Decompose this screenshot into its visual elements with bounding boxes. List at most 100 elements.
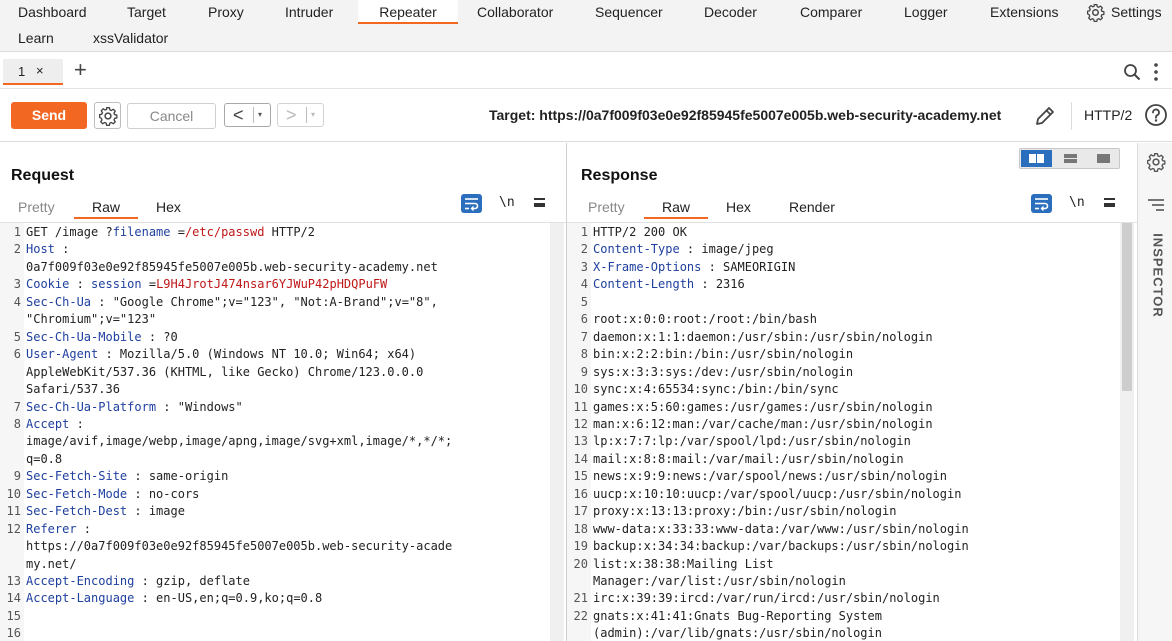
line-text: Sec-Fetch-Mode : no-cors <box>26 486 199 503</box>
more-options-icon[interactable] <box>1153 62 1159 82</box>
http-version[interactable]: HTTP/2 <box>1084 107 1132 123</box>
header-name: Sec-Ch-Ua <box>26 294 92 309</box>
line-text: 0a7f009f03e0e92f85945fe5007e005b.web-sec… <box>26 259 438 276</box>
line-text: HTTP/2 200 OK <box>593 224 687 241</box>
filter-lines-icon[interactable] <box>1148 198 1164 212</box>
request-editor[interactable]: 1 GET /image ?filename =/etc/passwd HTTP/… <box>0 222 566 641</box>
layout-toggle <box>1019 148 1120 169</box>
header-value: news:x:9:9:news:/var/spool/news:/usr/sbi… <box>593 469 948 484</box>
line-number: 1 <box>13 225 21 239</box>
tab-hex[interactable]: Hex <box>156 195 181 219</box>
search-icon[interactable] <box>1123 63 1141 81</box>
wrap-lines-icon[interactable] <box>1031 194 1052 213</box>
nav-extensions[interactable]: Extensions <box>990 0 1058 24</box>
button-separator <box>306 107 307 123</box>
layout-side-by-side-button[interactable] <box>1021 150 1052 167</box>
line-number: 11 <box>573 399 588 414</box>
header-value: irc:x:39:39:ircd:/var/run/ircd:/usr/sbin… <box>593 591 940 606</box>
line-number: 18 <box>573 521 588 536</box>
nav-target[interactable]: Target <box>127 0 166 24</box>
line-text: https://0a7f009f03e0e92f85945fe5007e005b… <box>26 538 452 555</box>
inspector-sidebar: INSPECTOR <box>1137 143 1172 641</box>
close-icon[interactable]: × <box>36 63 44 78</box>
response-editor[interactable]: 1 HTTP/2 200 OK 2 Content-Type : image/jpeg… <box>567 222 1137 641</box>
nav-comparer[interactable]: Comparer <box>800 0 862 24</box>
header-value: : ?0 <box>141 329 178 344</box>
nav-xssvalidator[interactable]: xssValidator <box>93 26 168 50</box>
nav-sequencer[interactable]: Sequencer <box>595 0 663 24</box>
nav-dashboard[interactable]: Dashboard <box>18 0 87 24</box>
menu-icon[interactable] <box>1104 198 1115 207</box>
header-value: = <box>141 277 157 292</box>
header-value: : no-cors <box>127 486 200 501</box>
header-value: uucp:x:10:10:uucp:/var/spool/uucp:/usr/s… <box>593 486 962 501</box>
line-number: 21 <box>573 591 588 606</box>
request-scrollbar[interactable] <box>550 223 564 641</box>
nav-collaborator[interactable]: Collaborator <box>477 0 553 24</box>
gear-icon[interactable] <box>1146 152 1166 172</box>
newline-toggle[interactable]: \n <box>499 195 515 210</box>
line-number: 22 <box>573 608 588 623</box>
header-value: bin:x:2:2:bin:/bin:/usr/sbin/nologin <box>593 347 854 362</box>
newline-toggle[interactable]: \n <box>1069 195 1085 210</box>
chevron-down-icon[interactable]: ▾ <box>311 110 315 119</box>
wrap-lines-icon[interactable] <box>461 194 482 213</box>
add-tab-button[interactable]: + <box>74 57 87 83</box>
header-name: session <box>91 277 142 292</box>
header-value: : SAMEORIGIN <box>701 259 796 274</box>
tab-raw[interactable]: Raw <box>74 195 138 219</box>
line-text: lp:x:7:7:lp:/var/spool/lpd:/usr/sbin/nol… <box>593 433 911 450</box>
header-name: Sec-Fetch-Mode <box>26 486 128 501</box>
nav-row-2: Learn xssValidator <box>0 26 1172 50</box>
line-text: Sec-Ch-Ua : "Google Chrome";v="123", "No… <box>26 294 438 311</box>
header-value: AppleWebKit/537.36 (KHTML, like Gecko) C… <box>26 364 424 379</box>
cancel-button[interactable]: Cancel <box>127 103 216 129</box>
scrollbar-thumb[interactable] <box>1122 223 1132 391</box>
history-forward-button[interactable]: > ▾ <box>277 103 324 127</box>
line-number: 9 <box>580 364 588 379</box>
line-text: Sec-Ch-Ua-Platform : "Windows" <box>26 399 243 416</box>
nav-logger[interactable]: Logger <box>904 0 948 24</box>
nav-proxy[interactable]: Proxy <box>208 0 244 24</box>
send-button[interactable]: Send <box>11 102 87 129</box>
response-scrollbar[interactable] <box>1120 223 1134 641</box>
line-number: 13 <box>6 574 21 588</box>
chevron-down-icon[interactable]: ▾ <box>258 110 262 119</box>
layout-stacked-button[interactable] <box>1055 150 1086 167</box>
send-options-button[interactable] <box>94 102 121 129</box>
layout-tabs-button[interactable] <box>1088 150 1119 167</box>
header-value: : <box>54 242 70 257</box>
header-name: Accept <box>26 416 70 431</box>
header-value: : Mozilla/5.0 (Windows NT 10.0; Win64; x… <box>98 347 417 362</box>
line-number: 4 <box>13 294 21 309</box>
tab-pretty[interactable]: Pretty <box>18 195 55 219</box>
history-back-button[interactable]: < ▾ <box>224 103 271 127</box>
header-value: : <box>69 277 92 292</box>
toolbar-divider <box>1071 102 1072 130</box>
header-value: : image/jpeg <box>679 242 774 257</box>
tab-render[interactable]: Render <box>789 195 835 219</box>
line-text: Cookie : session =L9H4JrotJ474nsar6YJWuP… <box>26 276 387 293</box>
repeater-tab-1[interactable]: 1 × <box>3 59 63 85</box>
nav-intruder[interactable]: Intruder <box>285 0 333 24</box>
header-name: Accept-Encoding <box>26 574 135 588</box>
header-value: = <box>170 225 185 239</box>
tab-raw[interactable]: Raw <box>644 195 708 219</box>
header-name: Content-Type <box>593 242 680 257</box>
line-number: 5 <box>13 329 21 344</box>
menu-icon[interactable] <box>534 198 545 207</box>
line-number: 14 <box>573 451 588 466</box>
nav-repeater[interactable]: Repeater <box>358 0 458 24</box>
nav-decoder[interactable]: Decoder <box>704 0 757 24</box>
nav-learn[interactable]: Learn <box>18 26 54 50</box>
pencil-icon[interactable] <box>1033 104 1057 128</box>
line-number: 3 <box>13 277 21 292</box>
help-icon[interactable] <box>1144 103 1168 127</box>
line-text: list:x:38:38:Mailing List <box>593 556 774 573</box>
tab-pretty[interactable]: Pretty <box>588 195 625 219</box>
header-value: : "Windows" <box>156 399 243 414</box>
header-value: "Chromium";v="123" <box>26 312 157 327</box>
inspector-toggle[interactable]: INSPECTOR <box>1148 232 1166 322</box>
header-value: https://0a7f009f03e0e92f85945fe5007e005b… <box>26 539 453 554</box>
tab-hex[interactable]: Hex <box>726 195 751 219</box>
